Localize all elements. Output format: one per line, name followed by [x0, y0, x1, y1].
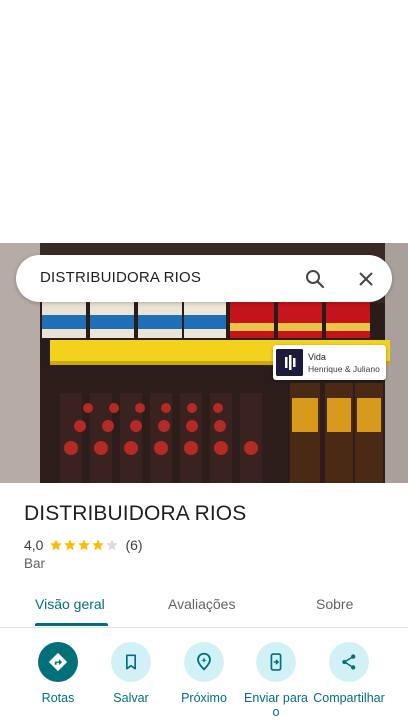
- search-query[interactable]: DISTRIBUIDORA RIOS: [40, 269, 201, 286]
- directions-button[interactable]: Rotas: [22, 642, 94, 719]
- music-artist: Henrique & Juliano: [308, 364, 380, 374]
- share-icon: [329, 642, 369, 682]
- search-bar[interactable]: DISTRIBUIDORA RIOS: [16, 255, 392, 302]
- tab-reviews[interactable]: Avaliações: [168, 596, 235, 612]
- directions-label: Rotas: [41, 691, 75, 705]
- directions-icon: [38, 642, 78, 682]
- tab-about[interactable]: Sobre: [316, 596, 353, 612]
- music-title: Vida: [308, 352, 326, 362]
- tab-overview[interactable]: Visão geral: [35, 596, 105, 612]
- nearby-icon: [184, 642, 224, 682]
- send-to-phone-button[interactable]: Enviar para o: [240, 642, 312, 719]
- active-tab-indicator: [35, 623, 108, 626]
- action-bar: Rotas Salvar Próximo Enviar para o Compa…: [0, 642, 408, 726]
- star-icon: [92, 539, 105, 551]
- bookmark-icon: [111, 642, 151, 682]
- nearby-button[interactable]: Próximo: [168, 642, 240, 719]
- star-empty-icon: [106, 539, 119, 551]
- share-label: Compartilhar: [313, 691, 385, 705]
- nearby-label: Próximo: [181, 691, 227, 705]
- search-icon[interactable]: [303, 267, 327, 291]
- save-label: Salvar: [113, 691, 149, 705]
- review-count: (6): [125, 537, 143, 553]
- place-name: DISTRIBUIDORA RIOS: [24, 502, 247, 525]
- place-category: Bar: [24, 556, 46, 571]
- rating-stars: [49, 538, 119, 552]
- star-icon: [50, 539, 63, 551]
- rating-value: 4,0: [24, 537, 44, 553]
- music-chip[interactable]: Vida Henrique & Juliano: [273, 345, 386, 380]
- send-to-phone-icon: [256, 642, 296, 682]
- tab-bar: Visão geral Avaliações Sobre: [0, 585, 408, 628]
- send-to-phone-label: Enviar para o: [244, 691, 308, 719]
- map-area-blank: [0, 0, 408, 243]
- star-icon: [78, 539, 91, 551]
- share-button[interactable]: Compartilhar: [313, 642, 385, 719]
- album-art-icon: [276, 349, 303, 376]
- star-icon: [64, 539, 77, 551]
- close-icon[interactable]: [354, 267, 378, 291]
- rating-row[interactable]: 4,0 (6): [24, 536, 143, 554]
- save-button[interactable]: Salvar: [95, 642, 167, 719]
